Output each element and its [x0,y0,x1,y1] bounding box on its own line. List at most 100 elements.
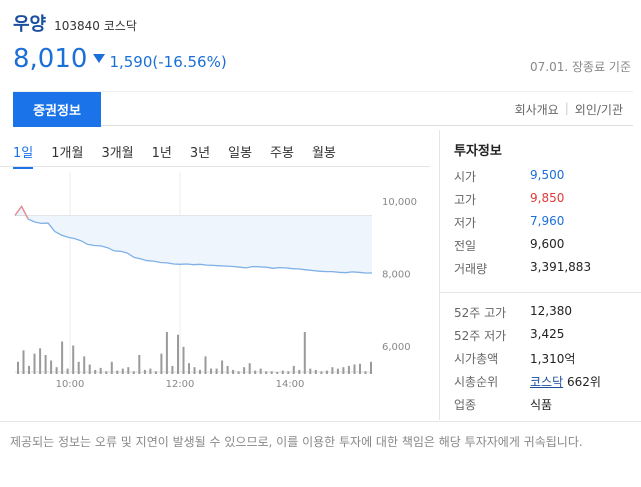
intraday-chart[interactable]: 10,000 8,000 6,000 10:00 12:00 14:00 [10,172,430,392]
volume-bar [182,346,185,374]
panel-divider [440,292,641,293]
volume-bar [39,348,42,374]
industry-link[interactable]: 식품 [530,396,552,413]
period-1d[interactable]: 1일 [13,142,34,169]
volume-bar [276,372,279,374]
volume-bar [171,365,174,374]
volume-bar [165,332,168,374]
info-row-open: 시가 9,500 [454,168,565,184]
volume-bar [160,353,163,374]
volume-bar [309,368,312,374]
volume-bar [50,360,53,374]
volume-bar [292,365,295,374]
volume-bar [116,370,119,374]
info-row-volume: 거래량 3,391,883 [454,260,592,276]
volume-bar [88,364,91,374]
volume-bar [254,370,257,374]
stock-header: 우양 103840 코스닥 [13,10,633,36]
volume-bar [99,367,102,374]
volume-bar [303,332,306,374]
volume-bar [149,368,152,374]
volume-bar [342,367,345,374]
volume-bar [143,369,146,374]
x-tick-label: 14:00 [276,379,305,390]
volume-bar [336,368,339,374]
period-daily[interactable]: 일봉 [228,142,252,169]
volume-bar [215,368,218,374]
volume-bar [331,367,334,374]
volume-bar [199,369,201,374]
volume-bar [72,345,75,374]
volume-bar [138,355,141,374]
period-3y[interactable]: 3년 [190,142,210,169]
volume-bar [193,367,196,374]
info-row-52w-high: 52주 고가 12,380 [454,304,572,320]
down-arrow-icon [93,54,106,63]
info-row-industry: 업종 식품 [454,396,553,413]
market-link[interactable]: 코스닥 [530,375,563,389]
volume-bar [243,367,246,374]
volume-bar [314,369,317,374]
volume-bar [359,363,361,374]
footer-divider [0,421,641,422]
period-3m[interactable]: 3개월 [101,142,133,169]
stock-name[interactable]: 우양 [13,10,46,36]
volume-bar [22,350,25,374]
investment-info-panel: 투자정보 시가 9,500 고가 9,850 저가 7,960 전일 9,600… [439,130,641,420]
volume-bar [287,371,290,374]
tab-separator: | [564,101,569,115]
volume-bar [232,369,235,374]
period-weekly[interactable]: 주봉 [270,142,294,169]
volume-bar [177,334,179,374]
volume-bar [66,368,69,374]
volume-bar [210,368,212,374]
volume-bar [204,356,207,374]
volume-bar [61,341,64,374]
volume-bar [298,369,301,374]
volume-bar [270,371,273,374]
date-label: 07.01. 장종료 기준 [530,60,631,74]
period-monthly[interactable]: 월봉 [312,142,336,169]
tab-company-overview[interactable]: 회사개요 [515,101,559,118]
volume-bar [17,361,19,374]
volume-bar [188,363,190,374]
period-1m[interactable]: 1개월 [51,142,83,169]
info-row-52w-low: 52주 저가 3,425 [454,327,565,343]
y-tick-label: 6,000 [382,342,411,353]
tab-foreign-institution[interactable]: 외인/기관 [575,101,623,118]
period-1y[interactable]: 1년 [152,142,172,169]
info-row-prev-close: 전일 9,600 [454,237,565,253]
volume-bar [248,363,251,374]
volume-bar [127,367,130,374]
disclaimer-text: 제공되는 정보는 오류 및 지연이 발생될 수 있으므로, 이를 이용한 투자에… [10,435,583,449]
period-tabs: 1일 1개월 3개월 1년 3년 일봉 주봉 월봉 [13,142,354,169]
current-price: 8,010 [13,44,88,74]
info-row-low: 저가 7,960 [454,214,565,230]
x-tick-label: 10:00 [56,379,85,390]
info-tabbar: 증권정보 회사개요 | 외인/기관 [13,91,633,127]
price-change: 1,590(-16.56%) [109,53,227,71]
stock-code: 103840 코스닥 [54,19,137,33]
volume-bar [105,371,108,374]
volume-bar [94,369,97,374]
y-tick-label: 8,000 [382,269,411,280]
volume-bar [110,361,113,374]
volume-bar [83,356,86,374]
volume-bar [237,371,240,374]
volume-bar [320,371,323,374]
volume-bar [370,361,372,374]
tab-stock-info[interactable]: 증권정보 [13,92,101,127]
volume-bar [347,365,350,374]
y-tick-label: 10,000 [382,197,417,208]
volume-bar [77,361,80,374]
period-divider [0,166,430,167]
volume-bar [221,360,224,374]
x-tick-label: 12:00 [166,379,195,390]
panel-title: 투자정보 [454,144,502,159]
info-row-cap-rank: 시총순위 코스닥 662위 [454,375,601,389]
volume-bar [281,370,284,374]
volume-bar [55,367,58,374]
volume-bar [33,353,36,374]
volume-bar [364,371,367,374]
price-area-fill [15,206,372,273]
